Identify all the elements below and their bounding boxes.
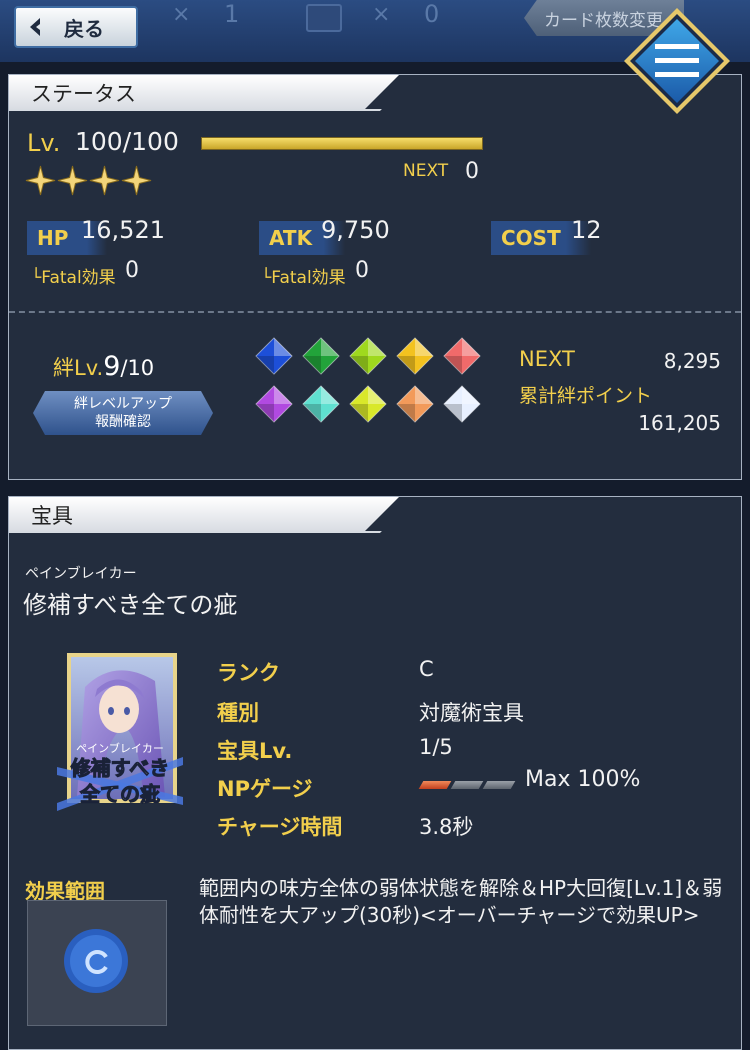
hp-value: 16,521 (81, 216, 165, 244)
bond-next-label: NEXT (519, 347, 575, 371)
target-range-icon (64, 929, 128, 993)
bond-reward-line2: 報酬確認 (95, 414, 151, 430)
atk-fatal-value: 0 (355, 258, 369, 283)
bond-gem-icon (396, 337, 434, 375)
np-card-ruby: ペインブレイカー (76, 742, 164, 755)
bond-gem-icon (302, 337, 340, 375)
bond-total-value: 161,205 (638, 411, 721, 435)
menu-icon (624, 8, 730, 114)
np-card-line1: 修補すべき (70, 756, 170, 781)
star-icon (25, 165, 56, 196)
np-ruby: ペインブレイカー (25, 566, 137, 582)
atk-value: 9,750 (321, 216, 390, 244)
np-effect-description: 範囲内の味方全体の弱体状態を解除＆HP大回復[Lv.1]＆弱体耐性を大アップ(3… (199, 876, 723, 927)
level-label: Lv. (27, 129, 61, 157)
rarity-stars (25, 165, 152, 196)
np-charge-label: チャージ時間 (217, 815, 343, 839)
bond-gem-icon (443, 337, 481, 375)
bond-gem-icon (255, 385, 293, 423)
count-multiplier-2: × (372, 2, 391, 27)
back-label: 戻る (64, 16, 104, 41)
bond-next-value: 8,295 (663, 349, 721, 373)
card-count-2: 0 (424, 0, 440, 28)
bond-level-value: 9 (103, 351, 121, 382)
np-level-value: 1/5 (419, 735, 453, 759)
np-gauge-max: Max 100% (525, 767, 641, 792)
np-card-image: ペインブレイカー 修補すべき 全ての疵 (55, 647, 185, 825)
np-name: 修補すべき全ての疵 (23, 591, 238, 619)
bond-gem-icon (349, 337, 387, 375)
bond-gem-icon (349, 385, 387, 423)
np-level-label: 宝具Lv. (217, 739, 293, 763)
hp-fatal-label: └Fatal効果 (31, 268, 116, 288)
status-panel: ステータス Lv. 100/100 NEXT 0 HP 16,521 ATK 9… (8, 74, 742, 480)
level-bar (201, 137, 483, 150)
np-header: 宝具 (9, 497, 741, 533)
card-icon (306, 4, 342, 32)
card-count-1: 1 (224, 0, 240, 28)
star-icon (121, 165, 152, 196)
star-icon (57, 165, 88, 196)
bond-level: 絆Lv.9/10 (53, 351, 154, 382)
np-rank-label: ランク (217, 661, 280, 685)
bond-reward-line1: 絆レベルアップ (74, 396, 172, 412)
effect-range-box (27, 900, 167, 1026)
menu-button[interactable] (622, 6, 732, 116)
next-exp-label: NEXT (403, 161, 449, 181)
bond-level-max: /10 (120, 356, 155, 380)
level-value: 100/100 (75, 127, 179, 156)
count-multiplier-1: × (172, 2, 191, 27)
np-gauge-label: NPゲージ (217, 777, 313, 801)
np-gauge-segment (482, 781, 516, 789)
np-gauge-segment (450, 781, 484, 789)
cost-value: 12 (571, 216, 602, 244)
status-title: ステータス (31, 82, 136, 106)
np-card-caption: ペインブレイカー 修補すべき 全ての疵 (49, 743, 191, 807)
star-icon (89, 165, 120, 196)
bond-gems (255, 337, 491, 437)
hp-fatal-value: 0 (125, 258, 139, 283)
bond-gem-icon (255, 337, 293, 375)
np-rank-value: C (419, 657, 434, 681)
np-type-value: 対魔術宝具 (419, 701, 524, 725)
np-gauge-segment (418, 781, 452, 789)
np-charge-value: 3.8秒 (419, 815, 474, 839)
np-title: 宝具 (31, 504, 73, 528)
next-exp-value: 0 (465, 159, 479, 184)
bond-gem-icon (396, 385, 434, 423)
back-arrow-icon (26, 17, 46, 37)
np-type-label: 種別 (217, 701, 259, 725)
atk-fatal-label: └Fatal効果 (261, 268, 346, 288)
bond-reward-button[interactable]: 絆レベルアップ 報酬確認 (33, 391, 213, 435)
bond-gem-icon (302, 385, 340, 423)
np-gauge (418, 781, 516, 789)
divider (9, 311, 741, 313)
back-button[interactable]: 戻る (14, 6, 138, 48)
noble-phantasm-panel: 宝具 ペインブレイカー 修補すべき全ての疵 ペインブレイカー 修補すべき 全ての… (8, 496, 742, 1050)
bond-total-label: 累計絆ポイント (519, 385, 653, 407)
bond-gem-icon (443, 385, 481, 423)
bond-level-label: 絆Lv. (53, 356, 104, 380)
np-card-line2: 全ての疵 (80, 782, 161, 807)
